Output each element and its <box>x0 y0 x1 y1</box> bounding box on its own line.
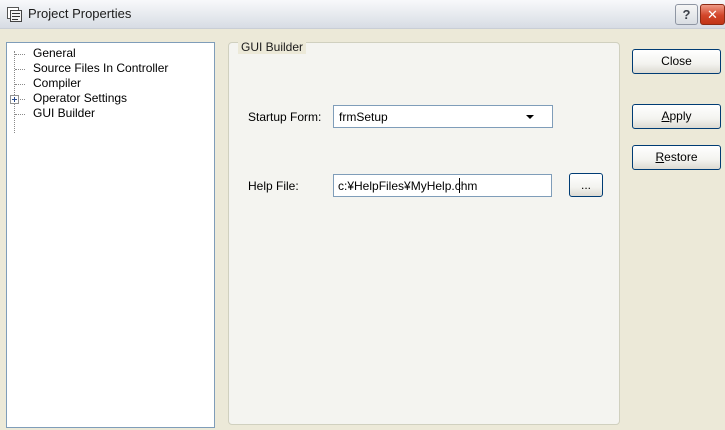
text-caret <box>459 178 460 193</box>
tree-item-general[interactable]: General <box>7 46 207 61</box>
startup-form-value: frmSetup <box>339 110 388 124</box>
startup-form-label: Startup Form: <box>248 110 322 124</box>
tree-item-label: GUI Builder <box>33 106 96 120</box>
title-bar: Project Properties ? ✕ <box>0 0 725 29</box>
dropdown-arrow-icon[interactable] <box>526 115 534 119</box>
tree-item-source-files[interactable]: Source Files In Controller <box>7 61 207 76</box>
settings-tree[interactable]: General Source Files In Controller Compi… <box>6 42 215 428</box>
help-file-input[interactable] <box>333 174 552 197</box>
gui-builder-groupbox <box>228 42 620 425</box>
window-title: Project Properties <box>28 6 132 21</box>
apply-mnemonic: A <box>661 109 670 123</box>
tree-item-label: Operator Settings <box>33 91 128 105</box>
tree-item-label: Source Files In Controller <box>33 61 169 75</box>
expand-plus-icon[interactable] <box>10 95 19 104</box>
restore-mnemonic: R <box>655 150 665 164</box>
tree-item-operator-settings[interactable]: Operator Settings <box>7 91 207 106</box>
close-button[interactable]: Close <box>632 49 721 74</box>
help-button[interactable]: ? <box>675 4 698 25</box>
startup-form-dropdown[interactable]: frmSetup <box>333 105 553 128</box>
apply-button[interactable]: Apply <box>632 104 721 129</box>
apply-label-rest: pply <box>669 109 692 123</box>
restore-label-rest: estore <box>664 150 698 164</box>
window-close-button[interactable]: ✕ <box>700 4 725 25</box>
tree-item-gui-builder[interactable]: GUI Builder <box>7 106 207 121</box>
tree-item-label: Compiler <box>33 76 82 90</box>
properties-window-icon <box>7 7 22 22</box>
browse-button[interactable]: ... <box>569 173 603 197</box>
help-file-label: Help File: <box>248 179 299 193</box>
tree-item-compiler[interactable]: Compiler <box>7 76 207 91</box>
restore-button[interactable]: Restore <box>632 145 721 170</box>
groupbox-title: GUI Builder <box>238 40 307 54</box>
tree-item-label: General <box>33 46 76 60</box>
